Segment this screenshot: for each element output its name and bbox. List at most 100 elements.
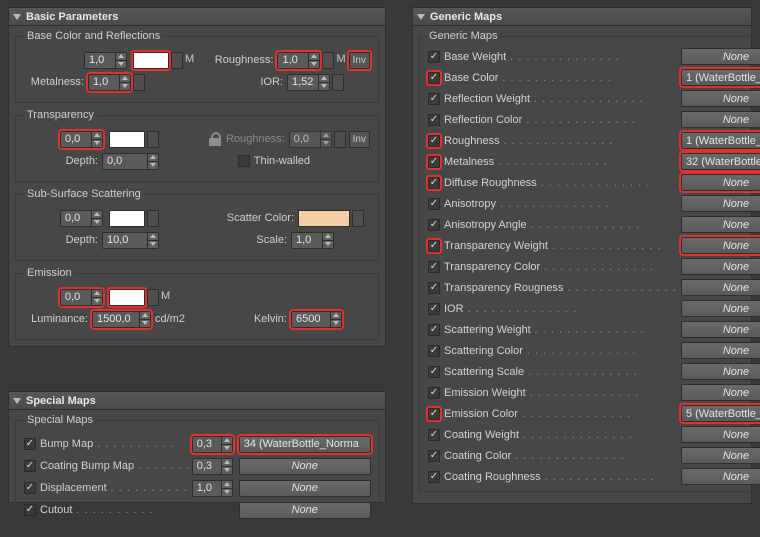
map-amount-spinner[interactable]: 0,3 bbox=[192, 436, 233, 453]
dots: . . . . . . . . . . . . . . bbox=[563, 282, 681, 294]
map-enable-check[interactable] bbox=[428, 156, 440, 168]
special-maps-panel: Special Maps Special Maps Bump Map. . . … bbox=[8, 391, 386, 503]
bc-rough-m[interactable]: M bbox=[322, 52, 345, 69]
map-slot[interactable]: None bbox=[681, 237, 760, 254]
thin-walled-check[interactable]: Thin-walled bbox=[238, 155, 310, 167]
map-enable-check[interactable] bbox=[428, 240, 440, 252]
map-enable-check[interactable] bbox=[428, 114, 440, 126]
map-name: Diffuse Roughness bbox=[444, 177, 537, 189]
map-enable-check[interactable] bbox=[428, 303, 440, 315]
sss-m[interactable] bbox=[147, 210, 159, 227]
map-slot[interactable]: None bbox=[681, 258, 760, 275]
metalness-label: Metalness: bbox=[24, 76, 84, 88]
tr-rough-m[interactable] bbox=[334, 131, 346, 148]
map-enable-check[interactable] bbox=[428, 72, 440, 84]
kelvin-spinner[interactable]: 6500 bbox=[291, 311, 342, 328]
map-slot[interactable]: None bbox=[681, 48, 760, 65]
sss-depth-spinner[interactable]: 10,0 bbox=[102, 232, 159, 249]
tr-depth-spinner[interactable]: 0,0 bbox=[102, 153, 159, 170]
map-slot[interactable]: 1 (WaterBottle_BaseC bbox=[681, 69, 760, 86]
em-m[interactable]: M bbox=[147, 289, 170, 306]
metalness-m[interactable] bbox=[133, 74, 145, 91]
map-slot[interactable]: 32 (WaterBottle_Metal bbox=[681, 153, 760, 170]
bc-color-swatch[interactable] bbox=[133, 52, 169, 69]
map-slot[interactable]: None bbox=[681, 90, 760, 107]
tr-color-swatch[interactable] bbox=[109, 131, 145, 148]
map-slot[interactable]: None bbox=[239, 458, 371, 475]
bc-weight-spinner[interactable]: 1,0 bbox=[84, 52, 127, 69]
map-slot[interactable]: None bbox=[681, 279, 760, 296]
generic-map-row: IOR . . . . . . . . . . . . . .None bbox=[426, 298, 760, 319]
map-slot[interactable]: None bbox=[681, 216, 760, 233]
map-slot[interactable]: None bbox=[681, 174, 760, 191]
dots: . . . . . . . . . . . . . . bbox=[518, 408, 681, 420]
map-enable-check[interactable] bbox=[428, 93, 440, 105]
em-weight-spinner[interactable]: 0,0 bbox=[60, 289, 103, 306]
map-slot[interactable]: None bbox=[681, 342, 760, 359]
map-slot[interactable]: None bbox=[681, 300, 760, 317]
map-slot[interactable]: None bbox=[681, 111, 760, 128]
map-slot[interactable]: None bbox=[681, 321, 760, 338]
map-enable-check[interactable] bbox=[428, 408, 440, 420]
map-enable-check[interactable] bbox=[428, 198, 440, 210]
map-enable-check[interactable] bbox=[428, 135, 440, 147]
map-name: Reflection Color bbox=[444, 114, 522, 126]
sss-color-swatch[interactable] bbox=[109, 210, 145, 227]
tr-rough-spinner[interactable]: 0,0 bbox=[289, 131, 332, 148]
map-slot[interactable]: 5 (WaterBottle_Emissi bbox=[681, 405, 760, 422]
map-slot[interactable]: None bbox=[681, 384, 760, 401]
tr-m[interactable] bbox=[147, 131, 159, 148]
map-enable-check[interactable] bbox=[24, 460, 40, 472]
map-name: Base Weight bbox=[444, 51, 506, 63]
bc-rough-spinner[interactable]: 1,0 bbox=[277, 52, 320, 69]
map-enable-check[interactable] bbox=[428, 219, 440, 231]
map-slot[interactable]: None bbox=[681, 426, 760, 443]
map-slot[interactable]: None bbox=[239, 502, 371, 519]
map-slot[interactable]: None bbox=[239, 480, 371, 497]
map-enable-check[interactable] bbox=[428, 282, 440, 294]
collapse-icon bbox=[13, 14, 21, 20]
map-enable-check[interactable] bbox=[428, 177, 440, 189]
tr-weight-spinner[interactable]: 0,0 bbox=[60, 131, 103, 148]
map-enable-check[interactable] bbox=[428, 366, 440, 378]
ior-spinner[interactable]: 1,52 bbox=[287, 74, 330, 91]
map-slot[interactable]: 34 (WaterBottle_Norma bbox=[239, 436, 371, 453]
sss-scale-spinner[interactable]: 1,0 bbox=[291, 232, 334, 249]
map-enable-check[interactable] bbox=[428, 324, 440, 336]
metalness-spinner[interactable]: 1,0 bbox=[88, 74, 131, 91]
ior-m[interactable] bbox=[332, 74, 344, 91]
map-amount-spinner[interactable]: 0,3 bbox=[192, 458, 233, 475]
map-amount-spinner[interactable]: 1,0 bbox=[192, 480, 233, 497]
generic-map-row: Scattering Weight . . . . . . . . . . . … bbox=[426, 319, 760, 340]
scatter-color-swatch[interactable] bbox=[298, 210, 350, 227]
tr-rough-inv[interactable]: Inv bbox=[349, 131, 370, 148]
map-enable-check[interactable] bbox=[428, 387, 440, 399]
map-slot[interactable]: None bbox=[681, 447, 760, 464]
map-slot[interactable]: None bbox=[681, 363, 760, 380]
map-slot[interactable]: None bbox=[681, 468, 760, 485]
scatter-m[interactable] bbox=[352, 210, 364, 227]
bc-map-m[interactable]: M bbox=[171, 52, 194, 69]
map-enable-check[interactable] bbox=[24, 482, 40, 494]
map-enable-check[interactable] bbox=[24, 504, 40, 516]
panel-header[interactable]: Basic Parameters bbox=[9, 8, 385, 26]
ior-label: IOR: bbox=[253, 76, 283, 88]
lock-icon[interactable] bbox=[209, 132, 221, 146]
map-enable-check[interactable] bbox=[428, 429, 440, 441]
sss-weight-spinner[interactable]: 0,0 bbox=[60, 210, 103, 227]
bc-rough-inv[interactable]: Inv bbox=[349, 52, 370, 69]
dots: . . . . . . . . . . bbox=[93, 438, 192, 450]
map-enable-check[interactable] bbox=[428, 345, 440, 357]
em-color-swatch[interactable] bbox=[109, 289, 145, 306]
luminance-spinner[interactable]: 1500,0 bbox=[92, 311, 151, 328]
map-enable-check[interactable] bbox=[24, 438, 40, 450]
map-slot[interactable]: None bbox=[681, 195, 760, 212]
panel-header[interactable]: Generic Maps bbox=[413, 8, 751, 26]
map-enable-check[interactable] bbox=[428, 471, 440, 483]
map-slot[interactable]: 1 (WaterBottle_Roughn bbox=[681, 132, 760, 149]
map-enable-check[interactable] bbox=[428, 51, 440, 63]
map-enable-check[interactable] bbox=[428, 450, 440, 462]
map-enable-check[interactable] bbox=[428, 261, 440, 273]
panel-header[interactable]: Special Maps bbox=[9, 392, 385, 410]
dots: . . . . . . . . . . . . . . bbox=[524, 366, 681, 378]
